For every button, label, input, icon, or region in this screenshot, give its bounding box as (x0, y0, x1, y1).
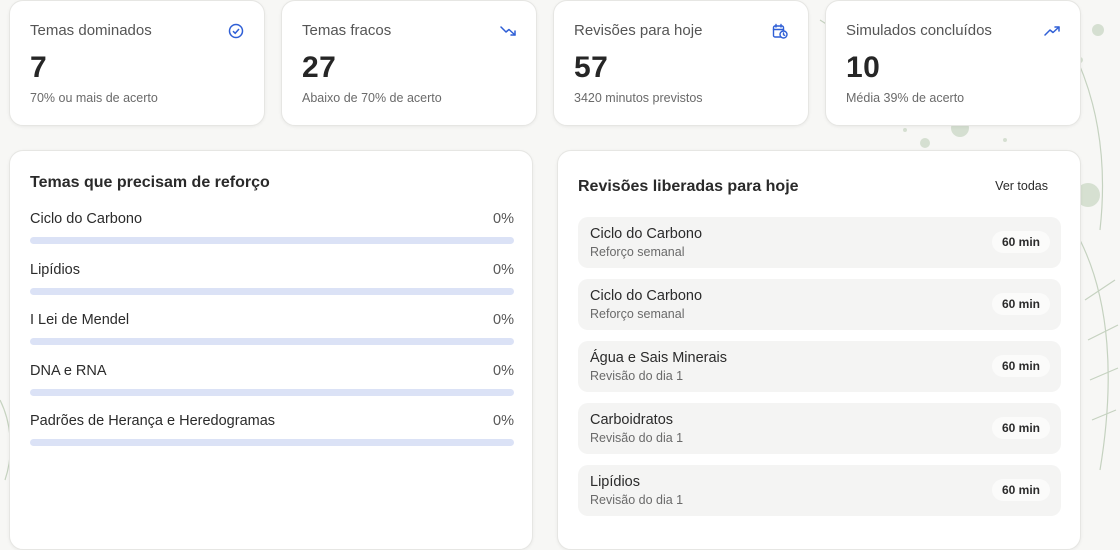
topic-progress-bar (30, 237, 514, 244)
review-item[interactable]: Água e Sais Minerais Revisão do dia 1 60… (578, 341, 1061, 392)
review-type: Reforço semanal (590, 245, 685, 259)
review-topic: Água e Sais Minerais (590, 350, 728, 366)
review-type: Revisão do dia 1 (590, 431, 684, 445)
topic-row: Ciclo do Carbono 0% (30, 211, 514, 255)
topic-name: Padrões de Herança e Heredogramas (30, 413, 276, 429)
stat-title: Simulados concluídos (846, 22, 992, 39)
topic-row: DNA e RNA 0% (30, 363, 514, 407)
stat-card-reviews-today: Revisões para hoje 57 3420 minutos previ… (553, 0, 809, 126)
topic-row: Padrões de Herança e Heredogramas 0% (30, 413, 514, 457)
stat-title: Temas dominados (30, 22, 152, 39)
review-item[interactable]: Lipídios Revisão do dia 1 60 min (578, 465, 1061, 516)
topic-percent: 0% (493, 262, 514, 278)
topic-name: Ciclo do Carbono (30, 211, 143, 227)
duration-badge: 60 min (991, 417, 1050, 439)
see-all-link[interactable]: Ver todas (995, 179, 1048, 193)
topic-percent: 0% (493, 363, 514, 379)
review-topic: Ciclo do Carbono (590, 288, 703, 304)
review-topic: Ciclo do Carbono (590, 226, 703, 242)
trending-up-icon (1044, 26, 1060, 36)
stat-title: Revisões para hoje (574, 22, 703, 39)
check-circle-icon (228, 23, 244, 39)
stat-card-simulations: Simulados concluídos 10 Média 39% de ace… (825, 0, 1081, 126)
review-type: Revisão do dia 1 (590, 369, 684, 383)
reviews-panel: Revisões liberadas para hoje Ver todas C… (557, 150, 1081, 550)
review-type: Revisão do dia 1 (590, 493, 684, 507)
reviews-title: Revisões liberadas para hoje (578, 178, 799, 195)
review-item[interactable]: Carboidratos Revisão do dia 1 60 min (578, 403, 1061, 454)
stat-value: 57 (574, 51, 609, 84)
stat-value: 27 (302, 51, 337, 84)
stat-value: 7 (30, 51, 48, 84)
review-type: Reforço semanal (590, 307, 685, 321)
topic-percent: 0% (493, 211, 514, 227)
duration-badge: 60 min (991, 231, 1050, 253)
stat-value: 10 (846, 51, 881, 84)
duration-badge: 60 min (991, 479, 1050, 501)
weak-topics-title: Temas que precisam de reforço (30, 174, 270, 191)
review-item[interactable]: Ciclo do Carbono Reforço semanal 60 min (578, 217, 1061, 268)
stat-card-mastered: Temas dominados 7 70% ou mais de acerto (9, 0, 265, 126)
stat-card-weak: Temas fracos 27 Abaixo de 70% de acerto (281, 0, 537, 126)
topic-progress-bar (30, 389, 514, 396)
stat-title: Temas fracos (302, 22, 392, 39)
weak-topics-panel: Temas que precisam de reforço Ciclo do C… (9, 150, 533, 550)
stat-subtitle: 3420 minutos previstos (574, 91, 703, 105)
duration-badge: 60 min (991, 293, 1050, 315)
stat-subtitle: 70% ou mais de acerto (30, 91, 158, 105)
trending-down-icon (500, 26, 516, 36)
review-item[interactable]: Ciclo do Carbono Reforço semanal 60 min (578, 279, 1061, 330)
topic-name: DNA e RNA (30, 363, 107, 379)
review-topic: Carboidratos (590, 412, 674, 428)
topic-percent: 0% (493, 312, 514, 328)
calendar-clock-icon (772, 23, 788, 39)
duration-badge: 60 min (991, 355, 1050, 377)
stat-subtitle: Abaixo de 70% de acerto (302, 91, 442, 105)
topic-name: I Lei de Mendel (30, 312, 130, 328)
topic-name: Lipídios (30, 262, 80, 278)
topic-percent: 0% (493, 413, 514, 429)
topic-progress-bar (30, 439, 514, 446)
topic-progress-bar (30, 338, 514, 345)
stat-subtitle: Média 39% de acerto (846, 91, 965, 105)
topic-progress-bar (30, 288, 514, 295)
topic-row: Lipídios 0% (30, 262, 514, 306)
review-topic: Lipídios (590, 474, 640, 490)
topic-row: I Lei de Mendel 0% (30, 312, 514, 356)
